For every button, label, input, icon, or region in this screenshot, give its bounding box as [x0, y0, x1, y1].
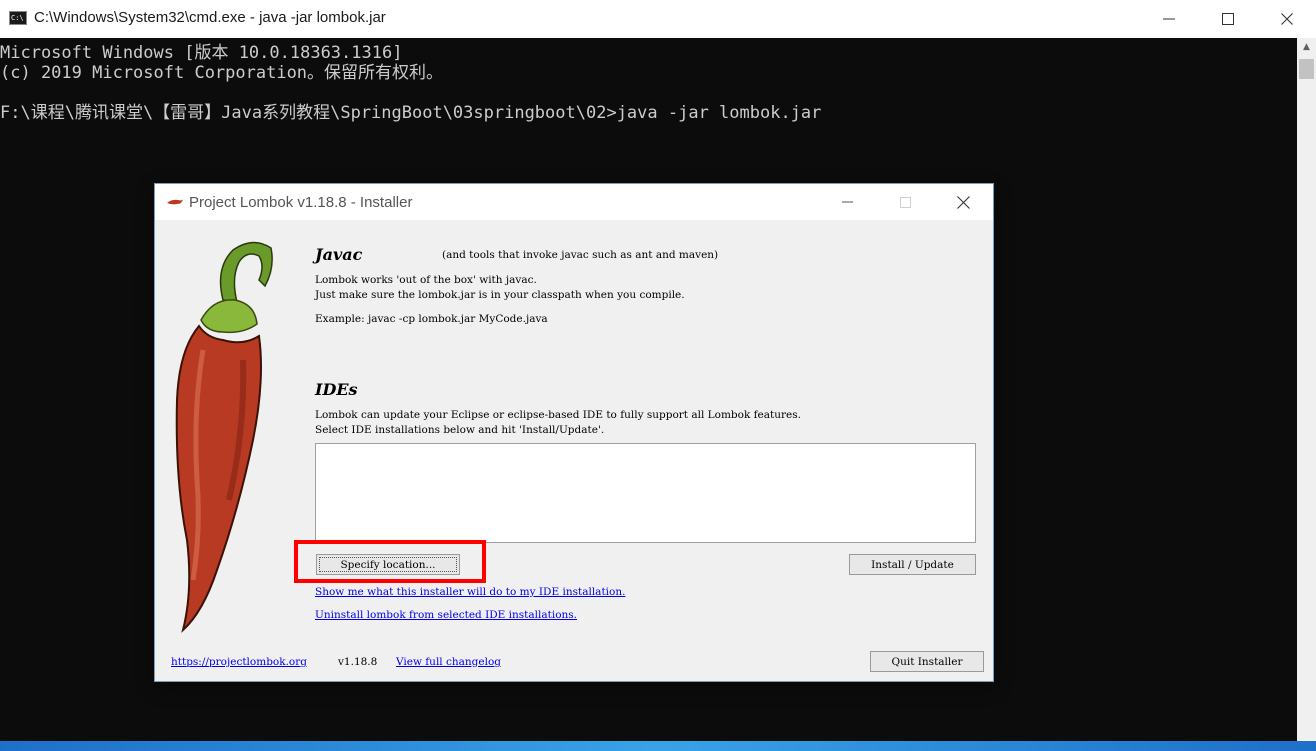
ides-heading: IDEs: [315, 380, 358, 399]
minimize-icon: [841, 201, 853, 203]
scroll-up-arrow-icon[interactable]: ▲: [1297, 38, 1316, 56]
show-installer-actions-link[interactable]: Show me what this installer will do to m…: [315, 586, 625, 598]
close-icon: [1281, 13, 1293, 25]
scroll-thumb[interactable]: [1299, 59, 1314, 79]
pepper-app-icon: [167, 199, 183, 205]
minimize-icon: [1163, 18, 1175, 20]
javac-description: Just make sure the lombok.jar is in your…: [315, 289, 685, 301]
annotation-highlight-box: [294, 540, 486, 583]
quit-installer-button[interactable]: Quit Installer: [870, 651, 984, 672]
changelog-link[interactable]: View full changelog: [396, 656, 501, 668]
close-button[interactable]: [1258, 0, 1316, 38]
uninstall-lombok-link[interactable]: Uninstall lombok from selected IDE insta…: [315, 609, 577, 621]
ides-description: Select IDE installations below and hit '…: [315, 424, 605, 436]
javac-subheading: (and tools that invoke javac such as ant…: [442, 249, 719, 261]
ides-description: Lombok can update your Eclipse or eclips…: [315, 409, 801, 421]
javac-example: Example: javac -cp lombok.jar MyCode.jav…: [315, 313, 548, 325]
cmd-window-title: C:\Windows\System32\cmd.exe - java -jar …: [34, 9, 386, 26]
console-line: F:\课程\腾讯课堂\【雷哥】Java系列教程\SpringBoot\03spr…: [0, 103, 822, 123]
maximize-icon: [1222, 13, 1234, 25]
maximize-button[interactable]: [1199, 0, 1257, 38]
dialog-title: Project Lombok v1.18.8 - Installer: [189, 194, 413, 211]
maximize-icon: [899, 196, 911, 208]
javac-description: Lombok works 'out of the box' with javac…: [315, 274, 537, 286]
version-label: v1.18.8: [338, 656, 378, 668]
javac-heading: Javac: [315, 245, 363, 264]
dialog-titlebar[interactable]: Project Lombok v1.18.8 - Installer: [155, 184, 993, 220]
install-update-button[interactable]: Install / Update: [849, 554, 976, 575]
console-line: (c) 2019 Microsoft Corporation。保留所有权利。: [0, 63, 444, 83]
ide-installations-list[interactable]: [315, 443, 976, 543]
chili-pepper-logo: [175, 241, 273, 633]
cmd-app-icon: C:\: [9, 11, 27, 25]
minimize-button[interactable]: [1140, 0, 1198, 38]
dialog-close-button[interactable]: [934, 184, 992, 220]
cmd-titlebar[interactable]: C:\ C:\Windows\System32\cmd.exe - java -…: [0, 0, 1316, 38]
taskbar: [0, 741, 1316, 751]
vertical-scrollbar[interactable]: ▲: [1297, 38, 1316, 741]
close-icon: [956, 195, 970, 209]
project-website-link[interactable]: https://projectlombok.org: [171, 656, 307, 668]
lombok-installer-dialog: Project Lombok v1.18.8 - Installer Javac…: [155, 184, 993, 681]
dialog-maximize-button: [876, 184, 934, 220]
dialog-minimize-button[interactable]: [818, 184, 876, 220]
